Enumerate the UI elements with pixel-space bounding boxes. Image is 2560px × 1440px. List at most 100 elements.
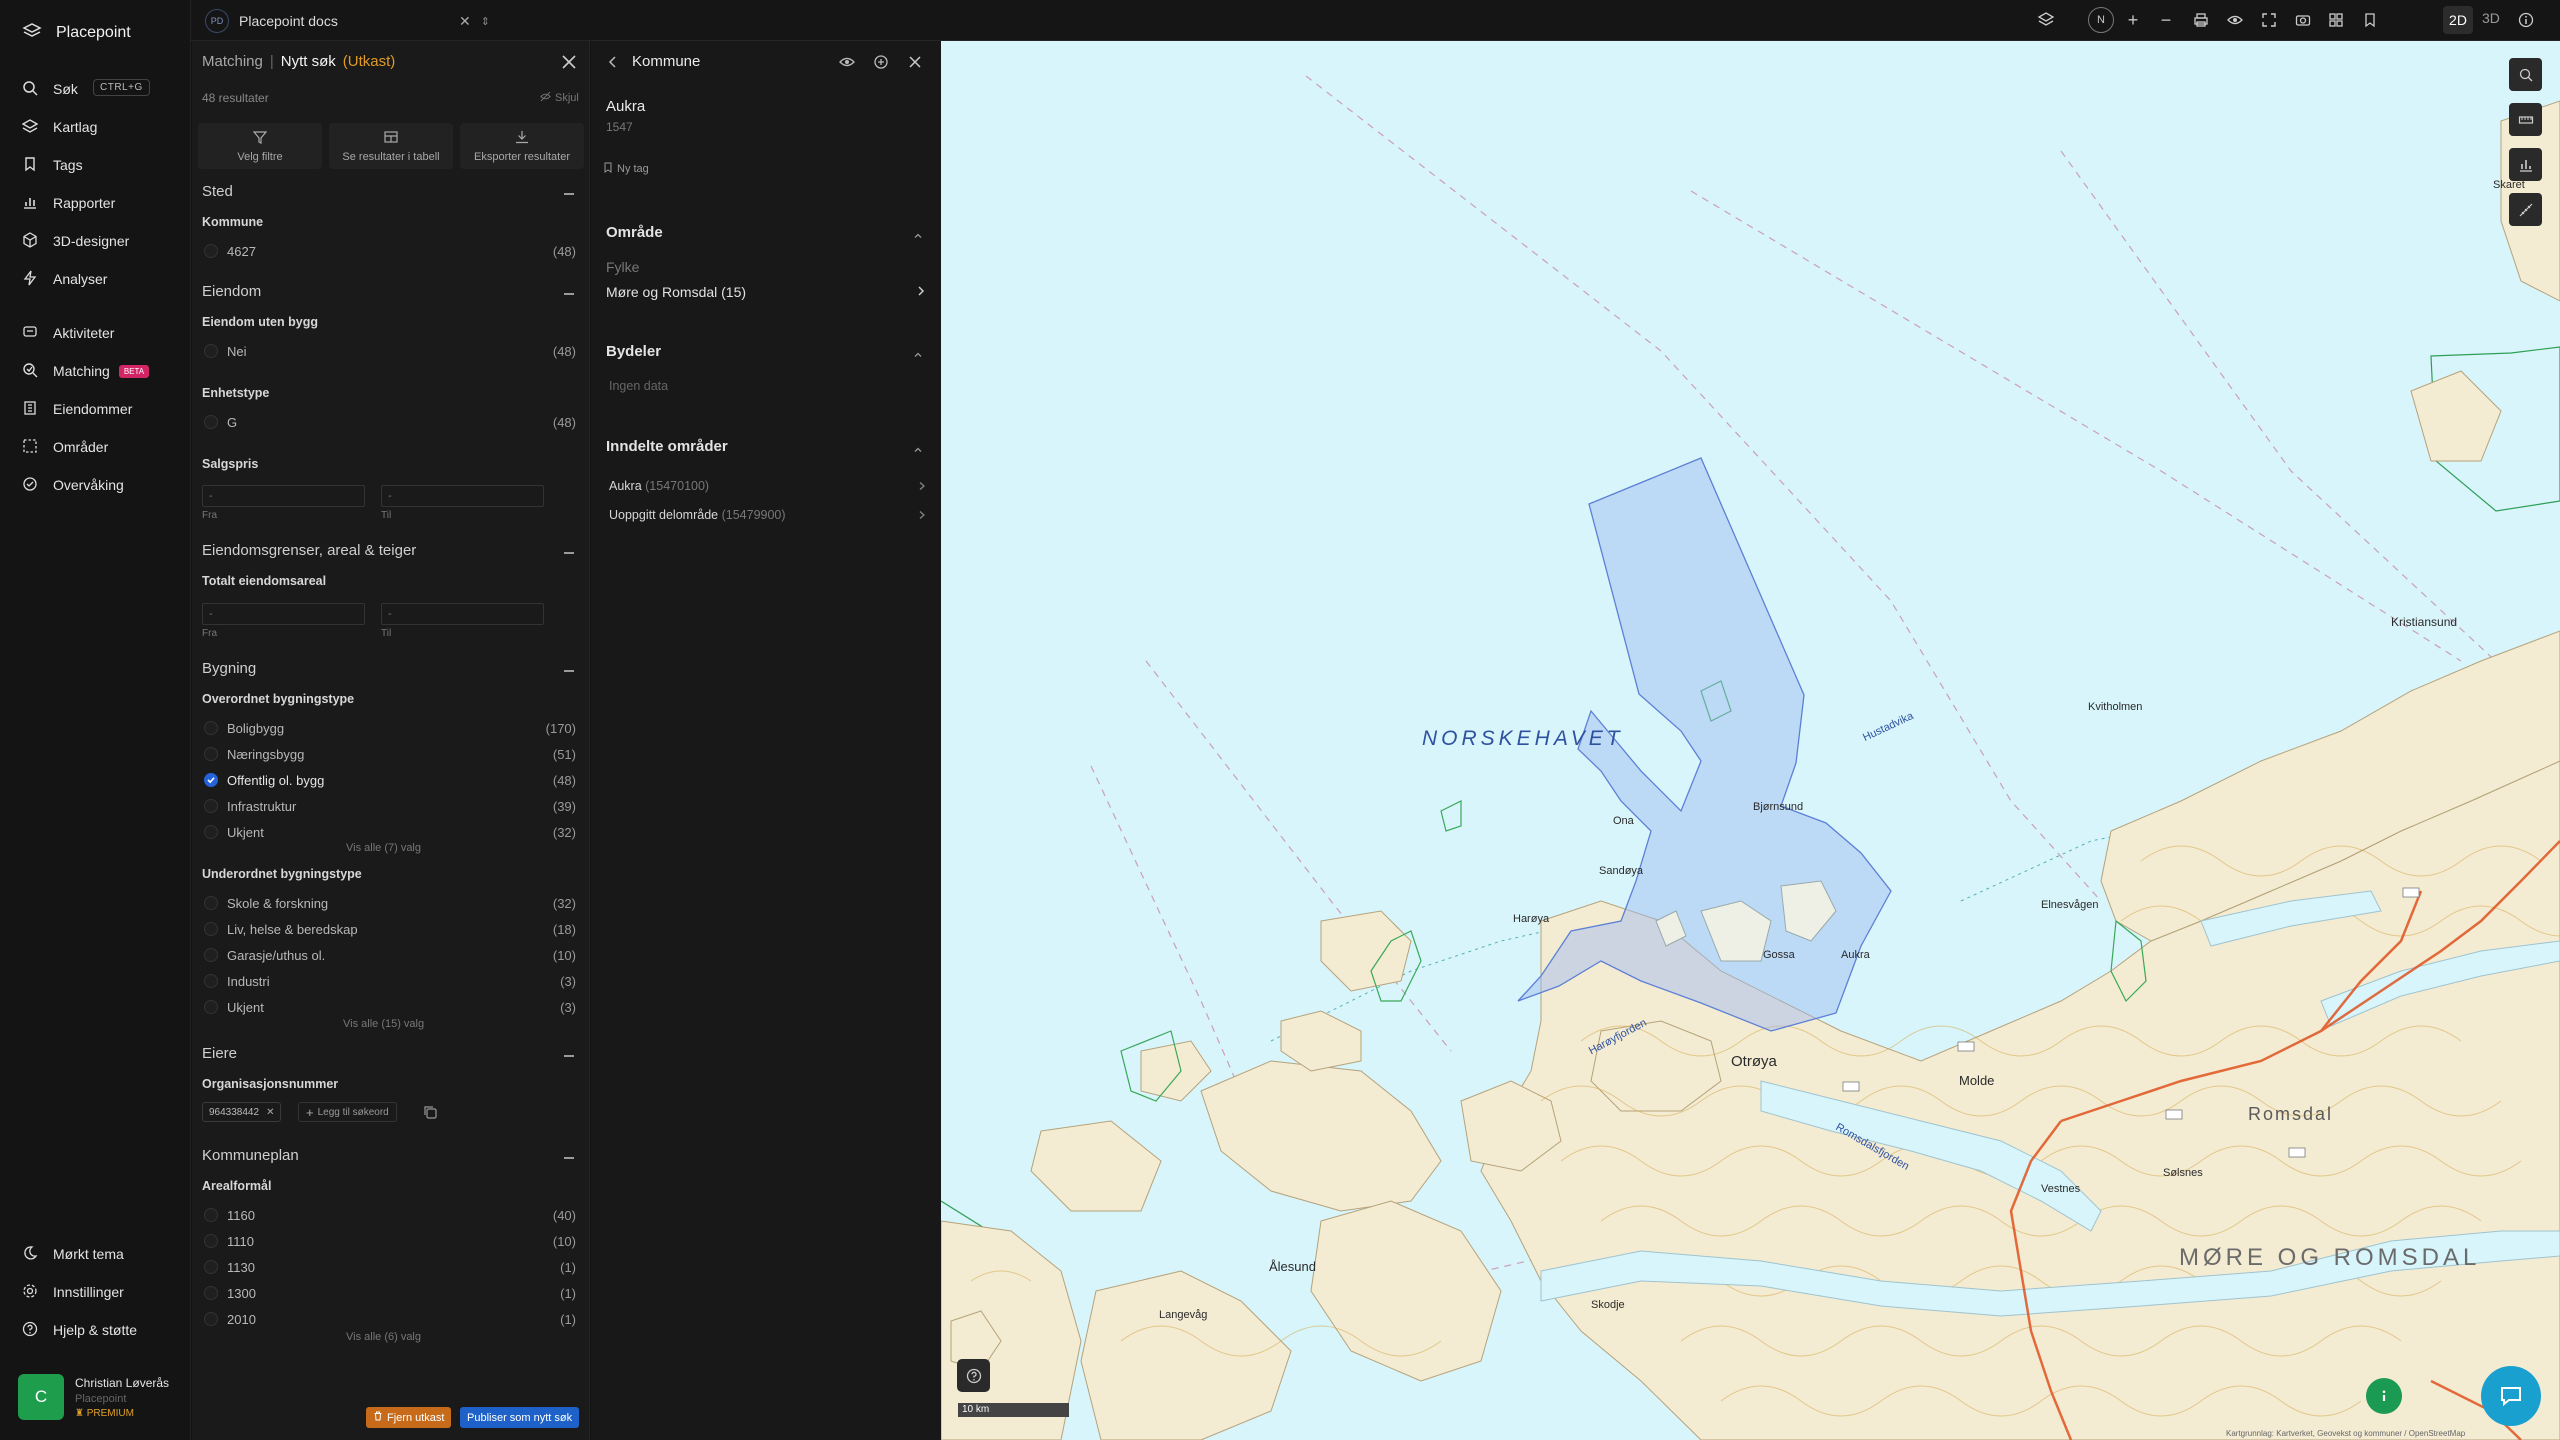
map-tool-ruler-icon[interactable] xyxy=(2509,103,2542,136)
filter-option[interactable]: 1160 (40) xyxy=(204,1205,576,1225)
sidebar-item-settings[interactable]: Innstillinger xyxy=(22,1277,182,1307)
collapse-icon[interactable] xyxy=(564,193,574,195)
chevron-up-icon[interactable] xyxy=(913,442,923,452)
checkbox[interactable] xyxy=(204,415,218,429)
sidebar-item-rapporter[interactable]: Rapporter xyxy=(22,188,182,218)
section-title[interactable]: Eiere xyxy=(202,1045,237,1062)
checkbox[interactable] xyxy=(204,1312,218,1326)
list-item[interactable]: Uoppgitt delområde (15479900) xyxy=(609,507,926,523)
layers-3d-icon[interactable] xyxy=(2036,10,2056,30)
filter-option[interactable]: 1110 (10) xyxy=(204,1231,576,1251)
zoom-in-icon[interactable]: + xyxy=(2123,10,2143,30)
collapse-icon[interactable] xyxy=(564,1055,574,1057)
filter-option[interactable]: 1300 (1) xyxy=(204,1283,576,1303)
collapse-icon[interactable] xyxy=(564,670,574,672)
checkbox[interactable] xyxy=(204,922,218,936)
map-help-button[interactable] xyxy=(957,1359,990,1392)
back-chevron-icon[interactable] xyxy=(603,52,623,72)
copy-icon[interactable] xyxy=(422,1104,438,1123)
filter-option[interactable]: 2010 (1) xyxy=(204,1309,576,1329)
map-canvas[interactable]: NORSKEHAVET MØRE OG ROMSDAL Romsdal Otrø… xyxy=(941,41,2560,1440)
checkbox[interactable] xyxy=(204,896,218,910)
view-3d-button[interactable]: 3D xyxy=(2482,10,2500,26)
filter-option[interactable]: Næringsbygg (51) xyxy=(204,744,576,764)
info-icon[interactable] xyxy=(2516,10,2536,30)
chevron-updown-icon[interactable]: ⇕ xyxy=(481,15,490,28)
list-item[interactable]: Aukra (15470100) xyxy=(609,478,926,494)
zoom-out-icon[interactable]: − xyxy=(2156,10,2176,30)
sidebar-item-matching[interactable]: Matching BETA xyxy=(22,356,182,386)
view-2d-button[interactable]: 2D xyxy=(2443,6,2473,34)
sidebar-item-eiendommer[interactable]: Eiendommer xyxy=(22,394,182,424)
chevron-up-icon[interactable] xyxy=(913,228,923,238)
filter-option[interactable]: 4627 (48) xyxy=(204,241,576,261)
print-icon[interactable] xyxy=(2191,10,2211,30)
map-tool-measure-icon[interactable] xyxy=(2509,193,2542,226)
sidebar-item-help[interactable]: Hjelp & støtte xyxy=(22,1315,182,1345)
clear-icon[interactable]: ✕ xyxy=(459,13,471,30)
sidebar-item-dark-theme[interactable]: Mørkt tema xyxy=(22,1239,182,1269)
section-title[interactable]: Kommuneplan xyxy=(202,1147,299,1164)
filter-option[interactable]: Liv, helse & beredskap (18) xyxy=(204,919,576,939)
area-from-input[interactable] xyxy=(202,603,365,625)
choose-filters-button[interactable]: Velg filtre xyxy=(198,123,322,169)
checkbox[interactable] xyxy=(204,825,218,839)
close-icon[interactable] xyxy=(905,52,925,72)
section-title[interactable]: Sted xyxy=(202,183,233,200)
brand[interactable]: Placepoint xyxy=(22,21,131,44)
show-all-link[interactable]: Vis alle (7) valg xyxy=(346,842,421,854)
filter-option[interactable]: Ukjent (32) xyxy=(204,822,576,842)
filter-option[interactable]: Ukjent (3) xyxy=(204,997,576,1017)
checkbox[interactable] xyxy=(204,1260,218,1274)
show-all-link[interactable]: Vis alle (6) valg xyxy=(346,1331,421,1343)
grid-icon[interactable] xyxy=(2326,10,2346,30)
sidebar-item-kartlag[interactable]: Kartlag xyxy=(21,112,182,142)
filter-option[interactable]: Infrastruktur (39) xyxy=(204,796,576,816)
remove-chip-icon[interactable]: ✕ xyxy=(266,1107,274,1118)
section-title[interactable]: Inndelte områder xyxy=(606,438,728,455)
checkbox[interactable] xyxy=(204,948,218,962)
target-icon[interactable] xyxy=(871,52,891,72)
price-to-input[interactable] xyxy=(381,485,544,507)
sidebar-item-overvaking[interactable]: Overvåking xyxy=(22,470,182,500)
show-all-link[interactable]: Vis alle (15) valg xyxy=(343,1018,424,1030)
map-tool-search-icon[interactable] xyxy=(2509,58,2542,91)
info-button[interactable] xyxy=(2366,1378,2402,1414)
collapse-icon[interactable] xyxy=(564,1157,574,1159)
collapse-icon[interactable] xyxy=(564,552,574,554)
checkbox[interactable] xyxy=(204,1000,218,1014)
new-tag-button[interactable]: Ny tag xyxy=(603,162,649,176)
filter-option[interactable]: Skole & forskning (32) xyxy=(204,893,576,913)
chat-button[interactable] xyxy=(2481,1366,2541,1426)
eye-icon[interactable] xyxy=(2225,10,2245,30)
fylke-row[interactable]: Møre og Romsdal (15) xyxy=(606,284,926,300)
checkbox-checked[interactable] xyxy=(204,773,218,787)
camera-icon[interactable] xyxy=(2293,10,2313,30)
section-title[interactable]: Eiendom xyxy=(202,283,261,300)
bookmark-icon[interactable] xyxy=(2360,10,2380,30)
eye-icon[interactable] xyxy=(837,52,857,72)
workspace-selector[interactable]: PD Placepoint docs ✕ ⇕ xyxy=(205,8,525,34)
publish-button[interactable]: Publiser som nytt søk xyxy=(460,1407,580,1428)
filter-option[interactable]: 1130 (1) xyxy=(204,1257,576,1277)
sidebar-item-omrader[interactable]: Områder xyxy=(22,432,182,462)
section-title[interactable]: Bygning xyxy=(202,660,256,677)
add-keyword-button[interactable]: + Legg til søkeord xyxy=(298,1102,397,1122)
filter-option[interactable]: Boligbygg (170) xyxy=(204,718,576,738)
section-title[interactable]: Område xyxy=(606,224,663,241)
filter-option[interactable]: Industri (3) xyxy=(204,971,576,991)
checkbox[interactable] xyxy=(204,747,218,761)
export-button[interactable]: Eksporter resultater xyxy=(460,123,584,169)
compass-button[interactable]: N xyxy=(2088,7,2114,33)
close-icon[interactable] xyxy=(558,51,580,73)
sidebar-item-aktiviteter[interactable]: Aktiviteter xyxy=(22,318,182,348)
filter-option[interactable]: Offentlig ol. bygg (48) xyxy=(204,770,576,790)
user-profile[interactable]: C Christian Løverås Placepoint ♜ PREMIUM xyxy=(18,1374,183,1422)
breadcrumb[interactable]: Matching xyxy=(202,53,263,70)
checkbox[interactable] xyxy=(204,1234,218,1248)
remove-draft-button[interactable]: Fjern utkast xyxy=(366,1407,452,1428)
sidebar-item-3d-designer[interactable]: 3D-designer xyxy=(22,226,182,256)
fullscreen-icon[interactable] xyxy=(2259,10,2279,30)
filter-option[interactable]: Nei (48) xyxy=(204,341,576,361)
checkbox[interactable] xyxy=(204,974,218,988)
